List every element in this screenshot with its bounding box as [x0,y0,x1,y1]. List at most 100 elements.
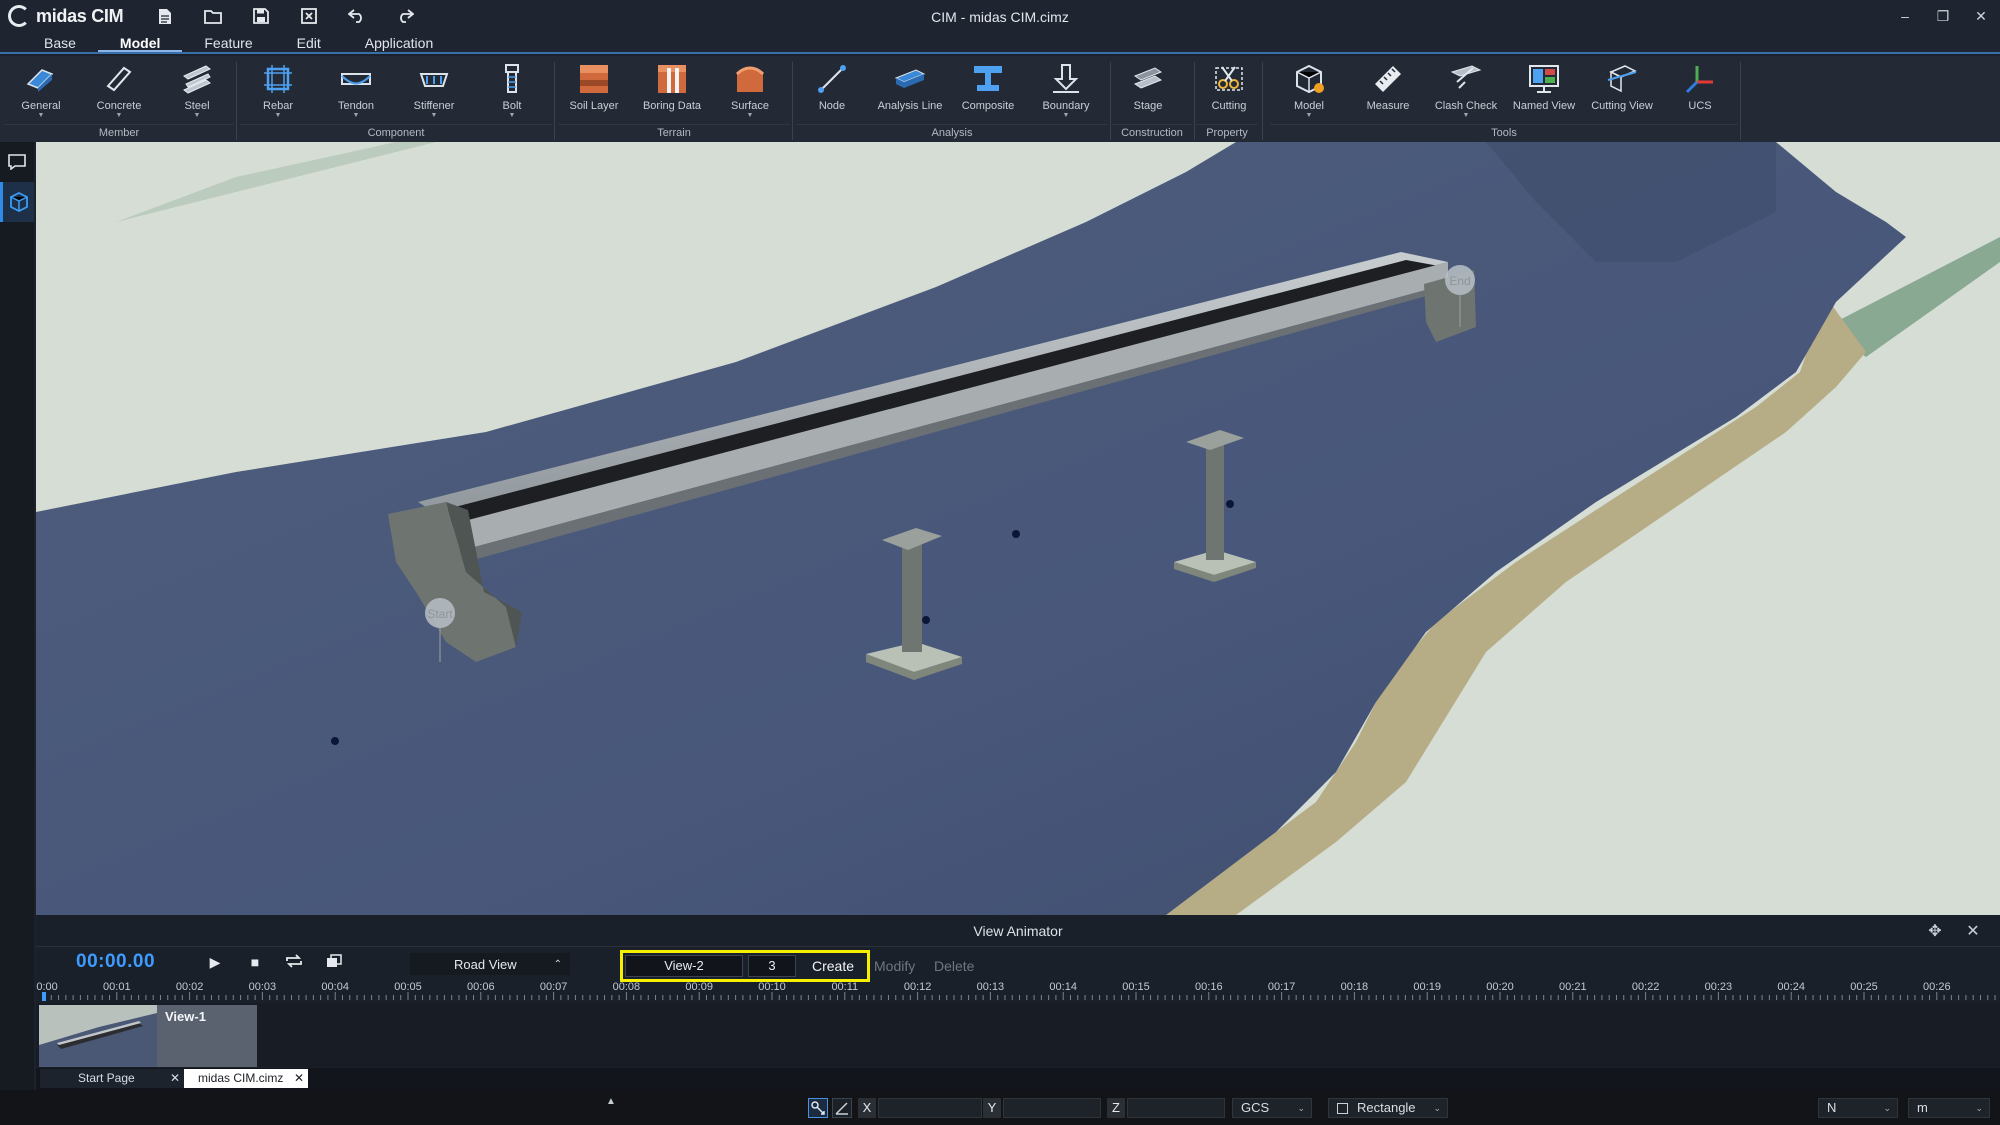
view-duration-input[interactable]: 3 [748,955,796,977]
ucs-button[interactable]: UCS [1667,60,1733,124]
group-construction-label: Construction [1112,124,1192,140]
concrete-button[interactable]: Concrete ▼ [86,60,152,124]
timeline-tick-label: 00:12 [904,981,932,993]
model-tree-button[interactable] [0,182,34,222]
chevron-down-icon: ⌄ [1975,1103,1983,1113]
stiffener-button[interactable]: Stiffener ▼ [401,60,467,124]
soil-layer-button[interactable]: Soil Layer [561,60,627,124]
force-unit-dropdown[interactable]: N ⌄ [1818,1098,1898,1118]
loop-button[interactable] [283,954,305,974]
tab-model[interactable]: Model [97,32,183,52]
bolt-button[interactable]: Bolt ▼ [479,60,545,124]
undo-button[interactable] [333,0,381,32]
delete-view-button[interactable]: Delete [934,955,974,977]
general-button[interactable]: General ▼ [8,60,74,124]
cutting-button[interactable]: Cutting [1196,60,1262,124]
stage-button[interactable]: Stage [1115,60,1181,124]
timeline-track[interactable]: View-1 [36,1003,2000,1067]
save-button[interactable] [237,0,285,32]
survey-point[interactable] [922,616,930,624]
length-unit-dropdown[interactable]: m ⌄ [1908,1098,1990,1118]
close-window-button[interactable]: ✕ [1962,0,2000,32]
create-view-button[interactable]: Create [800,955,866,977]
timeline-tick-label: 00:07 [540,981,568,993]
close-tab-icon[interactable]: ✕ [294,1069,304,1088]
tab-edit[interactable]: Edit [275,32,343,52]
close-tab-icon[interactable]: ✕ [170,1069,180,1088]
view-mode-dropdown[interactable]: Road View ⌃ [410,953,570,975]
playhead[interactable] [42,992,46,1001]
selection-mode-dropdown[interactable]: Rectangle ⌄ [1328,1098,1448,1118]
measure-icon [1375,66,1401,92]
restore-button[interactable]: ❐ [1924,0,1962,32]
open-folder-icon [204,9,223,24]
snap-toggle-button[interactable] [808,1098,828,1118]
dropdown-arrow-icon: ▼ [274,112,282,119]
group-terrain-label: Terrain [558,124,790,140]
boring-data-button[interactable]: Boring Data [639,60,705,124]
analysis-line-button[interactable]: Analysis Line [877,60,943,124]
view-name-input[interactable]: View-2 [625,955,743,977]
tab-application[interactable]: Application [343,32,456,52]
steel-button[interactable]: Steel ▼ [164,60,230,124]
cutting-view-button[interactable]: Cutting View [1589,60,1655,124]
node-button[interactable]: Node [799,60,865,124]
stop-button[interactable]: ■ [244,954,266,974]
export-button[interactable] [323,954,345,974]
stop-icon: ■ [250,954,260,970]
surface-icon [735,66,765,92]
timeline-tick-label: 00:09 [685,981,713,993]
open-file-button[interactable] [189,0,237,32]
menu-tabs: Base Model Feature Edit Application [0,32,2000,54]
bridge-scene: Start End [36,142,2000,915]
group-component-label: Component [240,124,552,140]
survey-point[interactable] [331,737,339,745]
angle-snap-button[interactable] [832,1098,852,1118]
timeline-clip[interactable]: View-1 [39,1005,257,1067]
tendon-button[interactable]: Tendon ▼ [323,60,389,124]
panel-controls: ✥ ✕ [1916,915,1992,947]
clash-check-button[interactable]: Clash Check ▼ [1433,60,1499,124]
expand-caret-icon[interactable]: ▲ [606,1096,616,1107]
measure-button[interactable]: Measure [1355,60,1421,124]
tab-start-page[interactable]: Start Page ✕ [40,1069,184,1088]
composite-button[interactable]: Composite [955,60,1021,124]
move-panel-button[interactable]: ✥ [1916,921,1954,941]
rebar-button[interactable]: Rebar ▼ [245,60,311,124]
tab-feature[interactable]: Feature [182,32,274,52]
z-coordinate-field[interactable] [1127,1098,1225,1118]
named-view-button[interactable]: Named View [1511,60,1577,124]
chevron-down-icon: ⌄ [1883,1103,1891,1113]
close-file-button[interactable] [285,0,333,32]
y-coordinate-field[interactable] [1003,1098,1101,1118]
timeline-tick-label: 00:14 [1049,981,1077,993]
bolt-label: Bolt [502,100,522,112]
new-file-button[interactable] [141,0,189,32]
messages-panel-button[interactable] [0,142,34,182]
model-button[interactable]: Model ▼ [1276,60,1342,124]
close-panel-button[interactable]: ✕ [1954,921,1992,941]
dropdown-arrow-icon: ▼ [37,112,45,119]
timeline-tick-label: 00:26 [1923,981,1951,993]
play-button[interactable]: ▶ [204,954,226,974]
tab-midas-cim-file[interactable]: midas CIM.cimz ✕ [184,1069,308,1088]
animator-controls: 00:00.00 ▶ ■ Road View ⌃ View-2 3 Create… [36,949,2000,982]
coordinate-system-dropdown[interactable]: GCS ⌄ [1232,1098,1312,1118]
minimize-button[interactable]: – [1886,0,1924,32]
timeline-ruler[interactable]: 00:00 00:01 00:02 00:03 00:04 00:05 00:06 00:07… [36,979,2000,1001]
y-coordinate-label: Y [983,1098,1001,1118]
dropdown-arrow-icon: ▼ [508,112,516,119]
survey-point[interactable] [1226,500,1234,508]
modify-view-button[interactable]: Modify [874,955,915,977]
model-viewport[interactable]: Start End [36,142,2000,915]
group-member-label: Member [4,124,234,140]
surface-button[interactable]: Surface ▼ [717,60,783,124]
timeline-tick-label: 00:01 [103,981,131,993]
survey-point[interactable] [1012,530,1020,538]
x-coordinate-field[interactable] [878,1098,982,1118]
timeline-tick-label: 00:10 [758,981,786,993]
tab-base[interactable]: Base [0,32,98,52]
boundary-button[interactable]: Boundary ▼ [1033,60,1099,124]
redo-button[interactable] [381,0,429,32]
ribbon-separator [554,62,555,140]
